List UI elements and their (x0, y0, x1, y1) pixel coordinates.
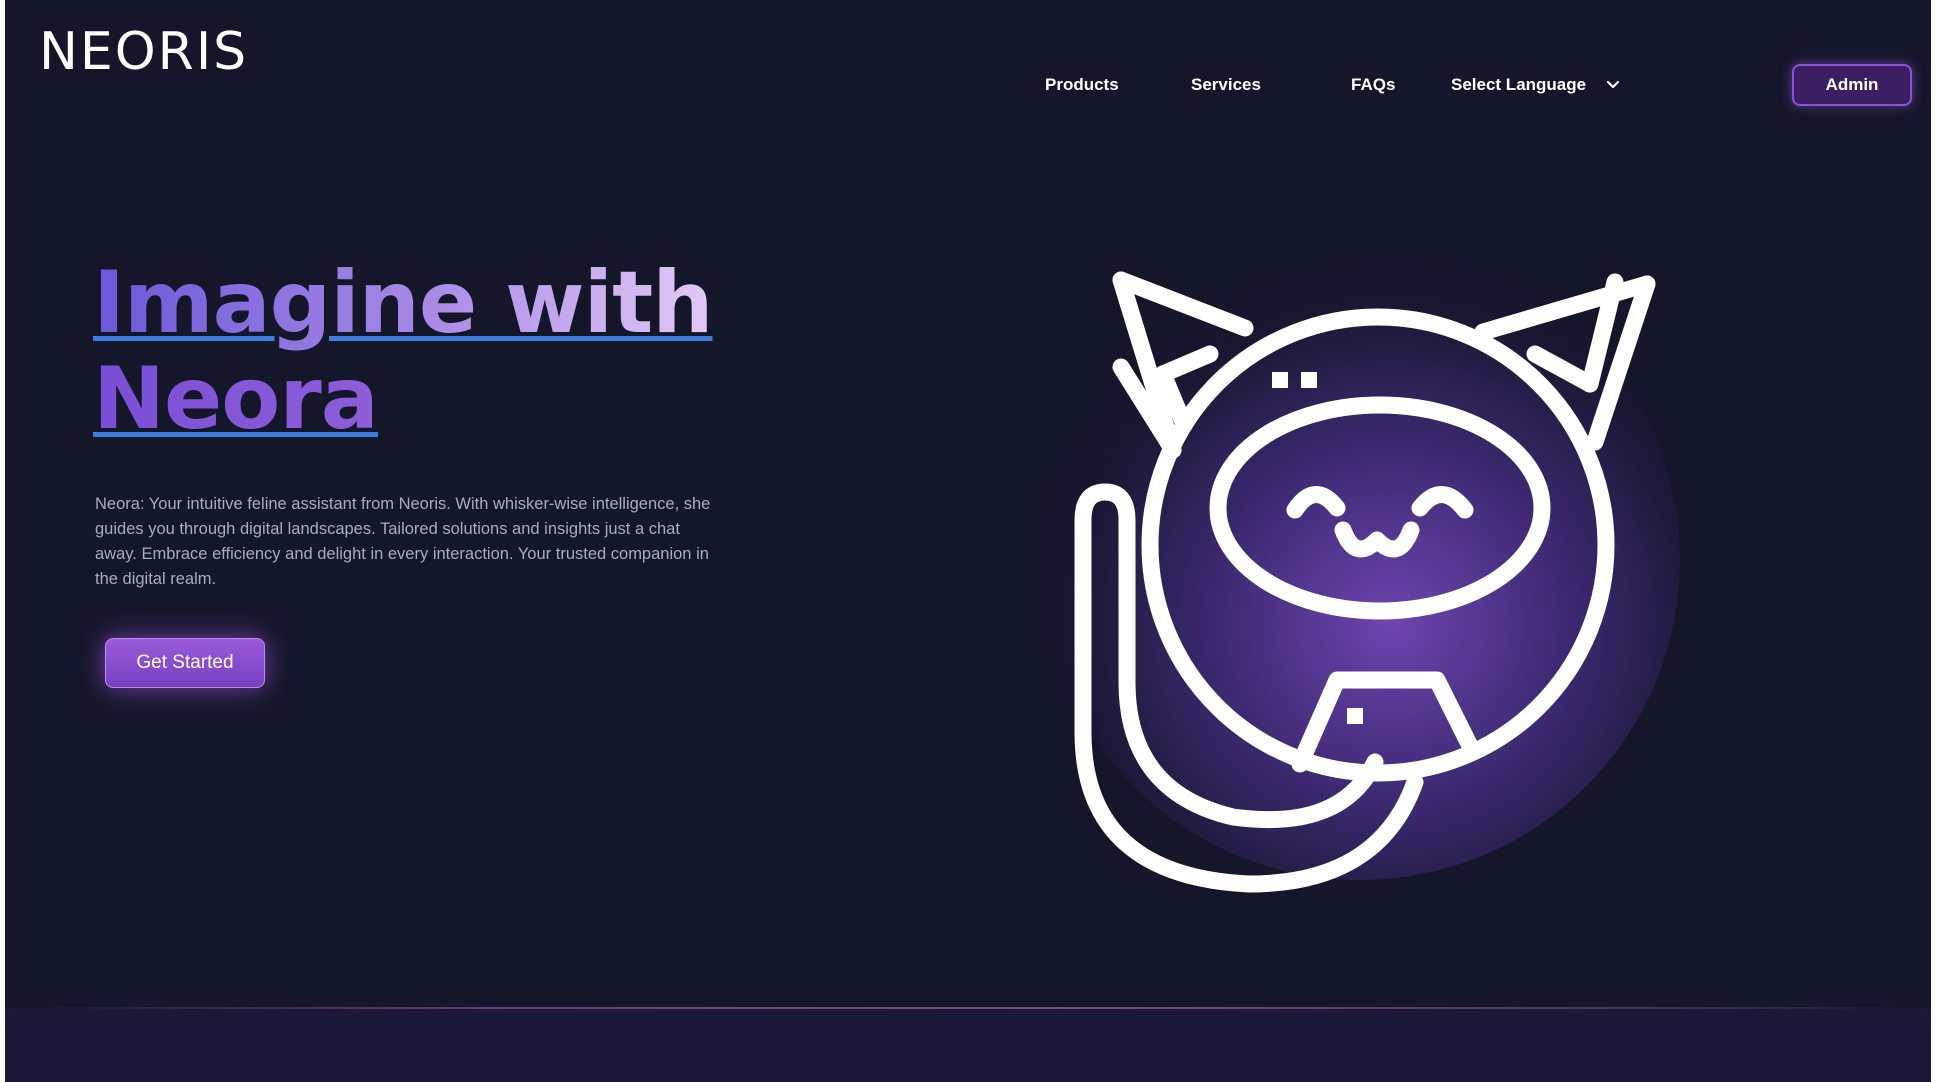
language-select[interactable]: Select Language (1451, 75, 1586, 95)
hero-title-line1: Imagine with (93, 253, 713, 353)
nav-item-faqs[interactable]: FAQs (1351, 75, 1395, 95)
chevron-down-icon[interactable] (1606, 77, 1620, 93)
landing-page: NEORIS Products Services FAQs Select Lan… (5, 0, 1931, 1082)
hero-title-line2: Neora (93, 349, 379, 449)
get-started-button[interactable]: Get Started (105, 638, 265, 688)
hero-description: Neora: Your intuitive feline assistant f… (95, 494, 711, 588)
top-nav: Products Services FAQs Select Language (5, 75, 1931, 99)
hero-title: Imagine with Neora (93, 253, 713, 449)
next-section-panel (5, 1009, 1931, 1082)
admin-button[interactable]: Admin (1792, 64, 1912, 106)
nav-item-services[interactable]: Services (1191, 75, 1261, 95)
nav-item-products[interactable]: Products (1045, 75, 1119, 95)
neoris-logo[interactable]: NEORIS (39, 22, 248, 82)
neora-cat-robot-icon (1074, 271, 1656, 893)
